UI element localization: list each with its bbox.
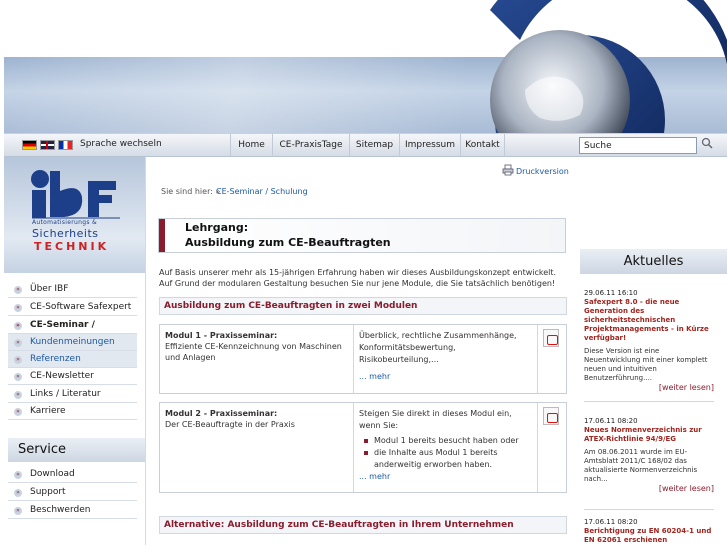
module-2-title: Modul 2 - Praxisseminar: — [165, 409, 278, 418]
arrow-icon: » — [14, 286, 22, 294]
service-title: Service — [8, 438, 145, 462]
pdf-icon[interactable] — [543, 407, 559, 425]
uk-flag-icon[interactable] — [40, 140, 55, 150]
sidebar-item-label: Support — [30, 487, 66, 497]
arrow-icon: » — [14, 471, 22, 479]
sidebar-item-label: Über IBF — [30, 284, 69, 294]
logo-line-2: Sicherheits — [32, 227, 99, 240]
nav-home[interactable]: Home — [230, 134, 272, 157]
arrow-icon: » — [14, 339, 22, 347]
sidebar-item-ueber-ibf[interactable]: » Über IBF — [8, 281, 137, 298]
sidebar-item-label: CE-Software Safexpert — [30, 302, 132, 312]
search-input[interactable] — [579, 137, 697, 154]
sidebar-item-label: CE-Newsletter — [30, 371, 94, 381]
news-title-link[interactable]: Berichtigung zu EN 60204-1 und EN 62061 … — [584, 527, 714, 545]
news-title: Aktuelles — [580, 249, 727, 274]
sidebar-item-ce-seminar[interactable]: »CE-Seminar / Schulung — [8, 317, 137, 347]
news-divider — [584, 401, 714, 402]
left-sidebar: Automatisierungs & Sicherheits TECHNIK »… — [4, 157, 145, 545]
sidebar-item-label: Karriere — [30, 406, 66, 416]
news-date: 17.06.11 08:20 — [584, 518, 638, 526]
sidebar-item-referenzen[interactable]: » Referenzen — [8, 351, 137, 368]
sidebar-item-beschwerden[interactable]: » Beschwerden — [8, 502, 137, 519]
module-2-pdf-cell — [538, 403, 566, 492]
news-item: 17.06.11 08:20 Neues Normenverzeichnis z… — [584, 417, 714, 493]
sidebar-item-label: Download — [30, 469, 75, 479]
arrow-icon: » — [14, 322, 22, 330]
news-title-link[interactable]: Safexpert 8.0 - die neue Generation des … — [584, 298, 714, 343]
print-version-link[interactable]: Druckversion — [516, 167, 569, 176]
headline-accent-bar — [159, 219, 165, 252]
module-1-summary-cell: Überblick, rechtliche Zusammenhänge, Kon… — [354, 325, 538, 393]
module-2-desc: Der CE-Beauftragte in der Praxis — [165, 420, 295, 429]
breadcrumb-link[interactable]: CE-Seminar / Schulung — [216, 187, 308, 196]
arrow-icon: » — [14, 356, 22, 364]
sidebar-item-support[interactable]: » Support — [8, 484, 137, 501]
logo-line-3: TECHNIK — [34, 240, 110, 253]
french-flag-icon[interactable] — [58, 140, 73, 150]
module-1-more-link[interactable]: ... mehr — [359, 371, 390, 383]
sidebar-item-label: Beschwerden — [30, 505, 91, 515]
module-1-title: Modul 1 - Praxisseminar: — [165, 331, 278, 340]
news-date: 17.06.11 08:20 — [584, 417, 638, 425]
nav-impressum[interactable]: Impressum — [399, 134, 460, 157]
search-icon[interactable] — [700, 136, 714, 150]
logo-line-1: Automatisierungs & — [32, 219, 97, 226]
module-2-bullet-2: die Inhalte aus Modul 1 bereits anderwei… — [359, 447, 532, 471]
sidebar-item-label: Links / Literatur — [30, 389, 101, 399]
sidebar-item-label: Kundenmeinungen — [30, 337, 115, 347]
nav-ce-praxistage[interactable]: CE-PraxisTage — [272, 134, 349, 157]
module-2-summary: Steigen Sie direkt in dieses Modul ein, … — [359, 409, 512, 430]
page-title-line-1: Lehrgang: — [185, 221, 249, 234]
nav-sitemap[interactable]: Sitemap — [349, 134, 399, 157]
section-heading-modules: Ausbildung zum CE-Beauftragten in zwei M… — [159, 297, 567, 315]
arrow-icon: » — [14, 489, 22, 497]
module-1-desc: Effiziente CE-Kennzeichnung von Maschine… — [165, 342, 342, 362]
sidebar-item-safexpert[interactable]: » CE-Software Safexpert — [8, 299, 137, 316]
news-divider — [584, 509, 714, 510]
module-1-summary: Überblick, rechtliche Zusammenhänge, Kon… — [359, 331, 517, 364]
news-date: 29.06.11 16:10 — [584, 289, 638, 297]
sidebar-item-newsletter[interactable]: » CE-Newsletter — [8, 368, 137, 385]
printer-icon[interactable] — [502, 164, 514, 176]
module-1-pdf-cell — [538, 325, 566, 393]
sidebar-item-label: Referenzen — [30, 354, 81, 364]
arrow-icon: » — [14, 304, 22, 312]
module-1-info: Modul 1 - Praxisseminar: Effiziente CE-K… — [160, 325, 354, 393]
sidebar-item-kundenmeinungen[interactable]: » Kundenmeinungen — [8, 334, 137, 351]
module-2-bullet-1: Modul 1 bereits besucht haben oder — [359, 435, 532, 447]
module-1-row: Modul 1 - Praxisseminar: Effiziente CE-K… — [159, 324, 567, 394]
news-read-more[interactable]: [weiter lesen] — [584, 383, 714, 392]
news-read-more[interactable]: [weiter lesen] — [584, 484, 714, 493]
page-title-line-2: Ausbildung zum CE-Beauftragten — [185, 236, 391, 249]
news-item: 17.06.11 08:20 Berichtigung zu EN 60204-… — [584, 518, 714, 545]
language-label[interactable]: Sprache wechseln — [80, 139, 162, 149]
module-2-row: Modul 2 - Praxisseminar: Der CE-Beauftra… — [159, 402, 567, 493]
module-2-summary-cell: Steigen Sie direkt in dieses Modul ein, … — [354, 403, 538, 492]
arrow-icon: » — [14, 507, 22, 515]
section-heading-alternative: Alternative: Ausbildung zum CE-Beauftrag… — [159, 516, 567, 534]
banner-swoosh — [4, 57, 464, 133]
news-teaser: Am 08.06.2011 wurde im EU-Amtsblatt 2011… — [584, 448, 698, 483]
header-banner — [0, 0, 727, 260]
news-teaser: Diese Version ist eine Neuentwicklung mi… — [584, 347, 708, 382]
sidebar-item-karriere[interactable]: » Karriere — [8, 403, 137, 420]
sidebar-item-links[interactable]: » Links / Literatur — [8, 386, 137, 403]
news-title-link[interactable]: Neues Normenverzeichnis zur ATEX-Richtli… — [584, 426, 714, 444]
arrow-icon: » — [14, 373, 22, 381]
news-item: 29.06.11 16:10 Safexpert 8.0 - die neue … — [584, 289, 714, 392]
breadcrumb-label: Sie sind hier: » — [161, 187, 221, 196]
module-2-more-link[interactable]: ... mehr — [359, 471, 390, 483]
page: { "nav": { "language_label": "Sprache we… — [0, 0, 727, 545]
german-flag-icon[interactable] — [22, 140, 37, 150]
ibf-logo[interactable]: Automatisierungs & Sicherheits TECHNIK — [4, 157, 145, 273]
arrow-icon: » — [14, 408, 22, 416]
intro-text: Auf Basis unserer mehr als 15-jährigen E… — [159, 268, 557, 288]
module-2-info: Modul 2 - Praxisseminar: Der CE-Beauftra… — [160, 403, 354, 492]
logo-graphic — [31, 170, 120, 219]
arrow-icon: » — [14, 391, 22, 399]
sidebar-item-download[interactable]: » Download — [8, 466, 137, 483]
nav-kontakt[interactable]: Kontakt — [460, 134, 505, 157]
pdf-icon[interactable] — [543, 329, 559, 347]
